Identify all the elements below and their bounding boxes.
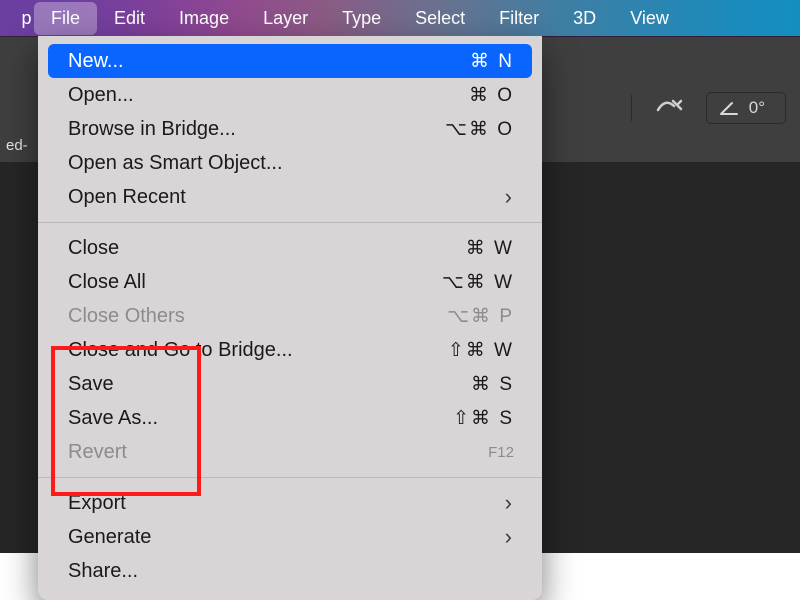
menu-item-open-smart[interactable]: Open as Smart Object... — [38, 146, 542, 180]
menu-item-shortcut: F12 — [488, 444, 514, 461]
menubar-item-file[interactable]: File — [34, 2, 97, 35]
menu-item-label: Revert — [68, 441, 127, 464]
menu-item-label: Close Others — [68, 305, 185, 328]
menu-item-shortcut: ⌥⌘ O — [445, 118, 514, 141]
menu-item-close[interactable]: Close ⌘ W — [38, 231, 542, 265]
menu-item-shortcut: ⌘ N — [470, 50, 514, 73]
menubar-item-3d[interactable]: 3D — [556, 2, 613, 35]
options-separator — [631, 95, 632, 121]
rotation-angle-value: 0° — [749, 98, 765, 118]
menubar-item-layer[interactable]: Layer — [246, 2, 325, 35]
menu-item-open[interactable]: Open... ⌘ O — [38, 78, 542, 112]
menu-item-shortcut: ⌘ S — [471, 373, 514, 396]
menubar-item-edit[interactable]: Edit — [97, 2, 162, 35]
menu-separator — [38, 477, 542, 478]
menu-item-close-bridge[interactable]: Close and Go to Bridge... ⇧⌘ W — [38, 333, 542, 367]
menu-item-browse-bridge[interactable]: Browse in Bridge... ⌥⌘ O — [38, 112, 542, 146]
app-name-fragment: p — [0, 8, 34, 29]
menu-item-shortcut: ⇧⌘ W — [448, 339, 514, 362]
menu-item-new[interactable]: New... ⌘ N — [48, 44, 532, 78]
document-tab-fragment[interactable]: ed- — [0, 130, 36, 161]
menu-item-label: Save — [68, 373, 114, 396]
menu-item-label: Save As... — [68, 407, 158, 430]
menu-item-label: Open... — [68, 84, 134, 107]
chevron-right-icon: › — [505, 490, 514, 516]
menu-item-label: Close — [68, 237, 119, 260]
menu-item-close-others: Close Others ⌥⌘ P — [38, 299, 542, 333]
menu-item-open-recent[interactable]: Open Recent › — [38, 180, 542, 214]
menubar-item-image[interactable]: Image — [162, 2, 246, 35]
menu-item-shortcut: ⇧⌘ S — [453, 407, 514, 430]
menu-item-generate[interactable]: Generate › — [38, 520, 542, 554]
menu-item-shortcut: ⌥⌘ W — [442, 271, 514, 294]
menu-item-close-all[interactable]: Close All ⌥⌘ W — [38, 265, 542, 299]
document-tab-strip: ed- — [0, 128, 36, 162]
angle-icon — [719, 100, 739, 116]
menu-item-label: Share... — [68, 560, 138, 583]
menubar-item-filter[interactable]: Filter — [482, 2, 556, 35]
sample-tool-icon[interactable] — [654, 93, 684, 123]
menu-item-label: Close All — [68, 271, 146, 294]
menubar-item-type[interactable]: Type — [325, 2, 398, 35]
menu-item-label: Open Recent — [68, 186, 186, 209]
menu-item-save-as[interactable]: Save As... ⇧⌘ S — [38, 401, 542, 435]
menubar: p File Edit Image Layer Type Select Filt… — [0, 0, 800, 36]
menubar-item-view[interactable]: View — [613, 2, 686, 35]
menu-item-label: New... — [68, 50, 124, 73]
chevron-right-icon: › — [505, 184, 514, 210]
menu-item-share[interactable]: Share... — [38, 554, 542, 588]
menu-item-label: Browse in Bridge... — [68, 118, 236, 141]
menu-item-label: Open as Smart Object... — [68, 152, 283, 175]
menu-item-export[interactable]: Export › — [38, 486, 542, 520]
chevron-right-icon: › — [505, 524, 514, 550]
menu-item-label: Generate — [68, 526, 151, 549]
menu-separator — [38, 222, 542, 223]
menu-item-shortcut: ⌘ W — [466, 237, 514, 260]
menu-item-save[interactable]: Save ⌘ S — [38, 367, 542, 401]
menubar-item-select[interactable]: Select — [398, 2, 482, 35]
menu-item-shortcut: ⌘ O — [469, 84, 514, 107]
menu-item-shortcut: ⌥⌘ P — [447, 305, 514, 328]
rotation-angle-field[interactable]: 0° — [706, 92, 786, 124]
menu-item-label: Close and Go to Bridge... — [68, 339, 293, 362]
file-menu-dropdown: New... ⌘ N Open... ⌘ O Browse in Bridge.… — [38, 36, 542, 600]
menu-item-label: Export — [68, 492, 126, 515]
menu-item-revert: Revert F12 — [38, 435, 542, 469]
